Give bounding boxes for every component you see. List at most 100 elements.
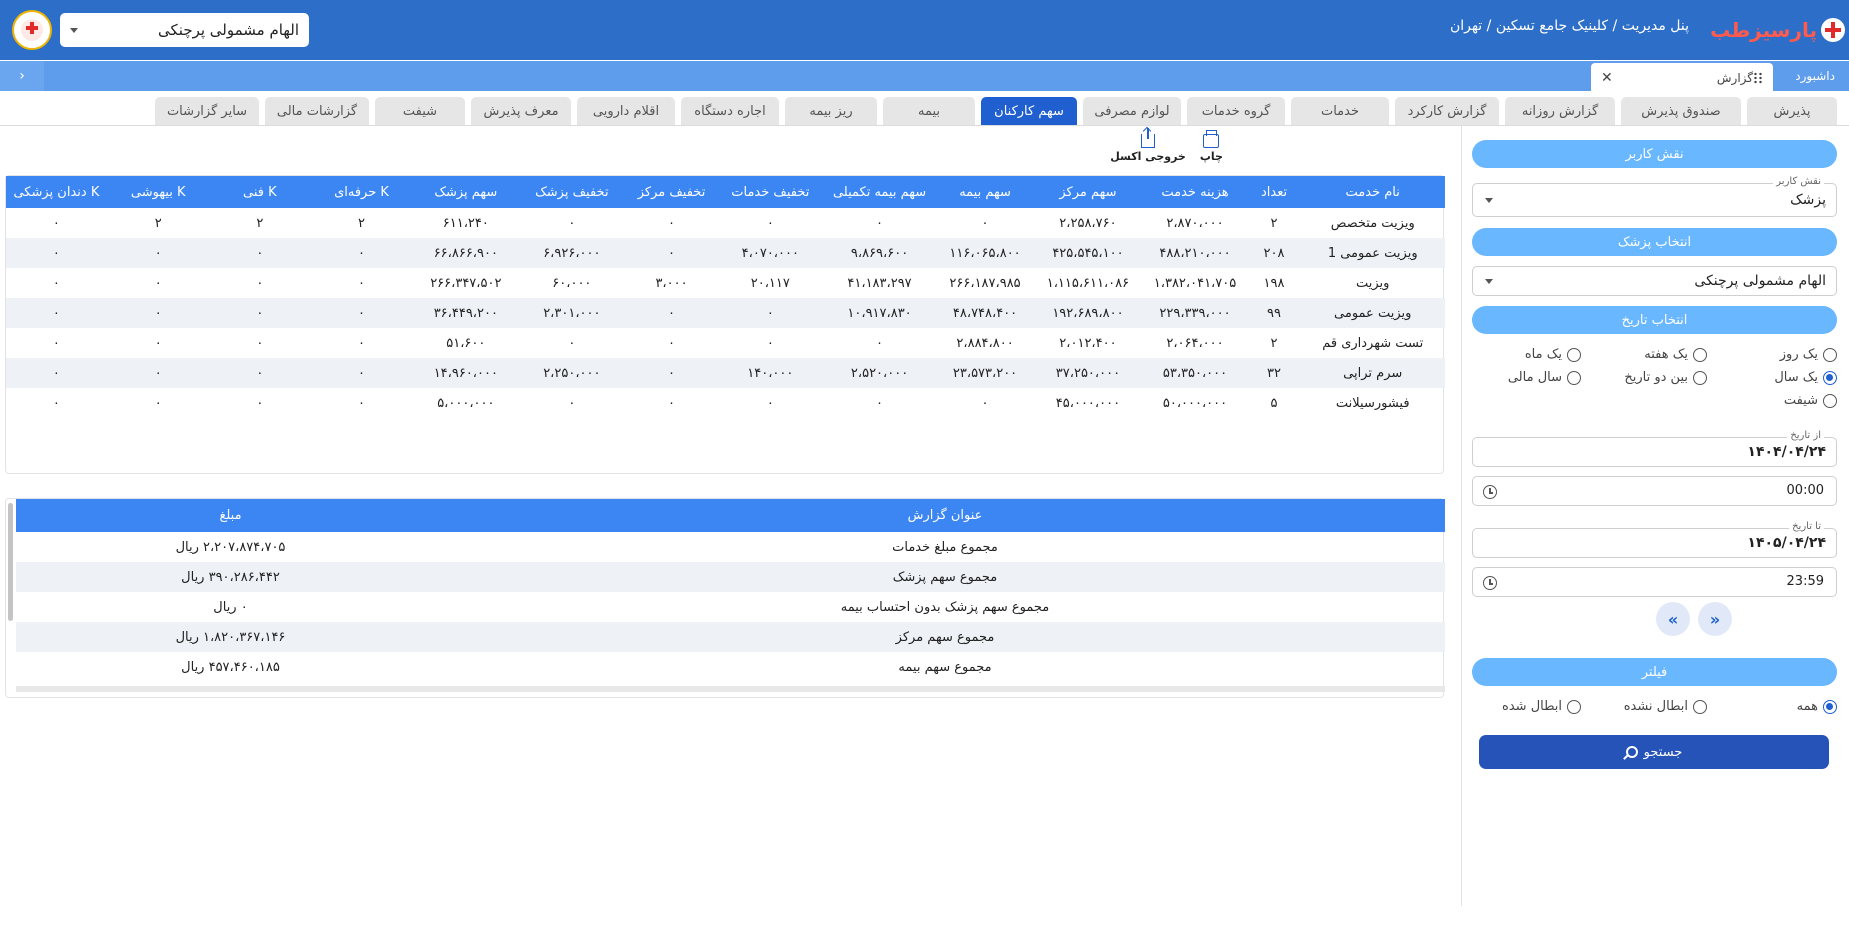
column-header[interactable]: سهم پزشک <box>412 176 519 208</box>
tab-14[interactable]: شیفت <box>375 97 465 125</box>
column-header[interactable]: تخفیف مرکز <box>624 176 719 208</box>
column-header[interactable]: هزینه خدمت <box>1142 176 1248 208</box>
horizontal-scrollbar[interactable] <box>16 686 1445 692</box>
table-cell: ۵ <box>1270 395 1278 411</box>
column-header[interactable]: K فنی <box>209 176 311 208</box>
table-cell: ۰ <box>310 238 413 268</box>
table-cell: ۰ <box>981 395 989 411</box>
from-time-field[interactable]: 00:00 <box>1472 476 1837 506</box>
to-time-field[interactable]: 23:59 <box>1472 567 1837 597</box>
radio-dot <box>1567 347 1581 362</box>
table-cell: ویزیت <box>1355 275 1390 291</box>
print-button[interactable]: چاپ <box>1200 130 1223 163</box>
table-cell: ۰ <box>310 298 413 328</box>
table-row[interactable]: ویزیت ۱۹۸ ۱،۳۸۲،۰۴۱،۷۰۵ ۱،۱۱۵،۶۱۱،۰۸۶ ۲۶۶،۱۸… <box>6 268 1445 298</box>
radio-filter-all[interactable]: همه <box>1797 699 1837 714</box>
tab-13[interactable]: معرف پذیرش <box>471 97 571 125</box>
table-row[interactable]: مجموع سهم پزشک ۳۹۰،۲۸۶،۴۴۲ ریال <box>16 562 1445 592</box>
radio-period-week[interactable]: یک هفته <box>1644 347 1707 362</box>
next-period-button[interactable]: « <box>1698 602 1732 636</box>
column-header[interactable]: سهم بیمه تکمیلی <box>822 176 937 208</box>
table-cell: ۲۳،۵۷۳،۲۰۰ <box>936 358 1034 388</box>
tab-7[interactable]: لوازم مصرفی <box>1083 97 1181 125</box>
tab-2[interactable]: صندوق پذیرش <box>1621 97 1741 125</box>
clock-icon[interactable] <box>1483 485 1497 499</box>
tab-12[interactable]: اقلام دارویی <box>577 97 675 125</box>
chevron-right-icon[interactable]: › <box>0 61 44 91</box>
table-cell: ۰ ریال <box>213 599 248 615</box>
table-cell: ۰ <box>6 358 107 388</box>
close-icon[interactable]: ✕ <box>1601 70 1613 86</box>
filter-header: فیلتر <box>1472 658 1837 686</box>
table-row[interactable]: فیشورسیلانت ۵ ۵۰،۰۰۰،۰۰۰ ۴۵،۰۰۰،۰۰۰ ۰ ۰ ۰ ۰ ۰ ۵،۰… <box>6 388 1445 418</box>
column-header[interactable]: K دندان پزشکی <box>6 176 107 208</box>
tab-report[interactable]: گزارش ✕ <box>1591 63 1773 93</box>
table-row[interactable]: مجموع سهم مرکز ۱،۸۲۰،۳۶۷،۱۴۶ ریال <box>16 622 1445 652</box>
column-header[interactable]: تخفیف پزشک <box>518 176 625 208</box>
table-row[interactable]: تست شهرداری قم ۲ ۲،۰۶۴،۰۰۰ ۲،۰۱۲،۴۰۰ ۲،۸۸۴،۸… <box>6 328 1445 358</box>
prev-period-button[interactable]: » <box>1656 602 1690 636</box>
radio-period-month[interactable]: یک ماه <box>1525 347 1581 362</box>
filter-sidebar: نقش کاربر نقش کاربر پزشک انتخاب پزشک اله… <box>1461 126 1849 906</box>
avatar[interactable] <box>12 10 52 50</box>
table-cell: ۰ <box>358 395 365 411</box>
column-header[interactable]: تخفیف خدمات <box>718 176 823 208</box>
from-date-field[interactable]: از تاریخ ۱۴۰۴/۰۴/۲۴ <box>1472 430 1837 467</box>
doctor-select[interactable]: الهام مشمولی پرچنکی <box>1472 266 1837 296</box>
table-row[interactable]: ویزیت عمومی ۹۹ ۲۲۹،۳۳۹،۰۰۰ ۱۹۲،۶۸۹،۸۰۰ ۴۸،۷۴… <box>6 298 1445 328</box>
tab-dashboard[interactable]: داشبورد <box>1787 61 1843 91</box>
summary-table: عنوان گزارش مبلغ مجموع مبلغ خدمات ۲،۲۰۷،۸۷… <box>16 499 1445 682</box>
tab-5[interactable]: خدمات <box>1291 97 1389 125</box>
radio-period-year[interactable]: یک سال <box>1774 370 1837 385</box>
table-row[interactable]: ویزیت متخصص ۲ ۲،۸۷۰،۰۰۰ ۲،۲۵۸،۷۶۰ ۰ ۰ ۰ ۰ ۰ ۶۱۱،۲… <box>6 208 1445 238</box>
radio-period-range[interactable]: بین دو تاریخ <box>1624 370 1707 385</box>
to-date-label: تا تاریخ <box>1789 521 1824 532</box>
app-logo[interactable]: پارسیزطب <box>1710 14 1845 46</box>
table-row[interactable]: مجموع مبلغ خدمات ۲،۲۰۷،۸۷۴،۷۰۵ ریال <box>16 532 1445 562</box>
tab-10[interactable]: ریز بیمه <box>785 97 877 125</box>
tab-3[interactable]: گزارش روزانه <box>1505 97 1615 125</box>
table-cell: ۲،۲۵۰،۰۰۰ <box>518 358 625 388</box>
table-row[interactable]: سرم تراپی ۳۲ ۵۳،۳۵۰،۰۰۰ ۳۷،۲۵۰،۰۰۰ ۲۳،۵۷۳،۲۰… <box>6 358 1445 388</box>
column-header[interactable]: عنوان گزارش <box>445 499 1445 532</box>
user-select[interactable]: الهام مشمولی پرچنکی <box>60 13 309 47</box>
column-header[interactable]: K بیهوشی <box>106 176 210 208</box>
tab-1[interactable]: پذیرش <box>1747 97 1837 125</box>
column-header[interactable]: سهم بیمه <box>936 176 1034 208</box>
table-row[interactable]: ویزیت عمومی 1 ۲۰۸ ۴۸۸،۲۱۰،۰۰۰ ۴۲۵،۵۴۵،۱۰۰ ۱۱… <box>6 238 1445 268</box>
column-header[interactable]: تعداد <box>1247 176 1301 208</box>
column-header[interactable]: K حرفه‌ای <box>310 176 413 208</box>
tab-6[interactable]: گروه خدمات <box>1187 97 1285 125</box>
table-row[interactable]: مجموع سهم بیمه ۴۵۷،۴۶۰،۱۸۵ ریال <box>16 652 1445 682</box>
table-cell: فیشورسیلانت <box>1335 395 1410 411</box>
table-cell: ۰ <box>876 395 884 411</box>
tab-4[interactable]: گزارش کارکرد <box>1395 97 1499 125</box>
table-row[interactable]: مجموع سهم پزشک بدون احتساب بیمه ۰ ریال <box>16 592 1445 622</box>
user-role-select[interactable]: نقش کاربر پزشک <box>1472 176 1837 217</box>
column-header[interactable]: مبلغ <box>16 499 445 532</box>
vertical-scrollbar[interactable] <box>8 503 13 621</box>
column-header[interactable]: نام خدمت <box>1300 176 1445 208</box>
radio-period-shift[interactable]: شیفت <box>1784 393 1837 408</box>
table-cell: ۲ <box>1270 335 1278 351</box>
column-header[interactable]: سهم مرکز <box>1033 176 1143 208</box>
tab-9[interactable]: بیمه <box>883 97 975 125</box>
excel-export-button[interactable]: خروجی اکسل <box>1110 128 1186 163</box>
radio-period-day[interactable]: یک روز <box>1780 347 1837 362</box>
search-button[interactable]: جستجو <box>1479 735 1829 769</box>
radio-period-fiscal[interactable]: سال مالی <box>1508 370 1581 385</box>
tab-15[interactable]: گزارشات مالی <box>265 97 369 125</box>
table-cell: ۵۰،۰۰۰،۰۰۰ <box>1162 395 1228 411</box>
tab-16[interactable]: سایر گزارشات <box>155 97 259 125</box>
table-cell: ۹،۸۶۹،۶۰۰ <box>822 238 937 268</box>
clock-icon[interactable] <box>1483 576 1497 590</box>
radio-filter-active[interactable]: ابطال نشده <box>1624 699 1707 714</box>
table-cell: ۴۵،۰۰۰،۰۰۰ <box>1055 395 1121 411</box>
tab-8[interactable]: سهم کارکنان <box>981 97 1077 125</box>
grid-icon <box>1753 72 1763 84</box>
to-date-field[interactable]: تا تاریخ ۱۴۰۵/۰۴/۲۴ <box>1472 521 1837 558</box>
table-cell: ۴۱،۱۸۳،۲۹۷ <box>847 275 912 291</box>
radio-dot <box>1567 699 1581 714</box>
tab-11[interactable]: اجاره دستگاه <box>681 97 779 125</box>
radio-filter-cancelled[interactable]: ابطال شده <box>1502 699 1581 714</box>
